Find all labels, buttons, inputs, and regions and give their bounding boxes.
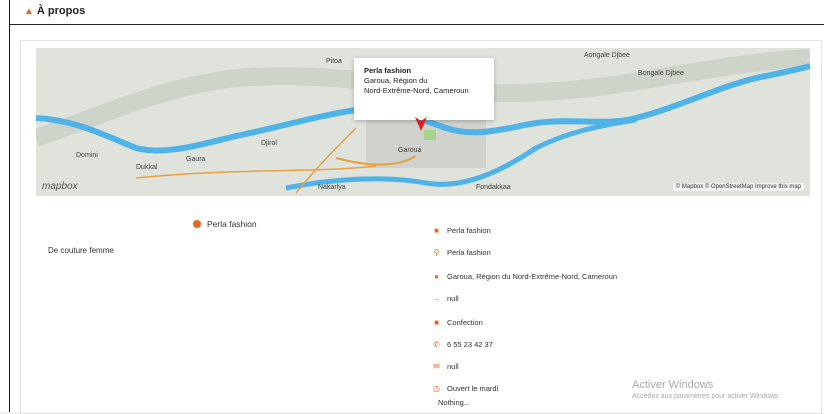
- phone-icon: ✆: [433, 340, 440, 349]
- user-icon: ▲: [24, 5, 34, 17]
- seller-name-row: Perla fashion: [193, 219, 257, 229]
- map-label: Pitoa: [326, 58, 342, 65]
- section-title: ▲ À propos: [24, 5, 85, 17]
- detail-row: ● Garoua, Région du Nord-Extrême-Nord, C…: [432, 272, 617, 281]
- mapbox-logo[interactable]: mapbox: [42, 181, 78, 192]
- section-header: ▲ À propos: [10, 0, 824, 25]
- detail-text: Nothing...: [438, 398, 471, 407]
- store-icon: ■: [434, 226, 439, 235]
- detail-text: Ouvert le mardi: [447, 384, 499, 393]
- detail-row: ✉ null: [432, 362, 459, 371]
- detail-row: ⚲ Perla fashion: [432, 248, 491, 257]
- map-label: Domini: [76, 152, 98, 159]
- category-icon: ■: [434, 318, 439, 327]
- detail-row: ◷ Ouvert le mardi: [432, 384, 498, 393]
- map-label: Gaura: [186, 156, 206, 163]
- popup-line: Garoua, Région du: [364, 76, 428, 85]
- link-icon: →: [432, 294, 441, 303]
- detail-row: → null: [432, 294, 459, 303]
- detail-text: Perla fashion: [447, 226, 491, 235]
- detail-text: null: [447, 294, 459, 303]
- detail-row: ✆ 6 55 23 42 37: [432, 340, 493, 349]
- map-marker-icon[interactable]: [414, 116, 428, 132]
- mail-icon: ✉: [433, 362, 440, 371]
- clock-icon: ◷: [433, 384, 440, 393]
- watermark-subtitle: Accédez aux paramètres pour activer Wind…: [632, 393, 781, 400]
- map-label: Dukkal: [136, 164, 158, 171]
- map-label: Nakarlya: [318, 184, 346, 191]
- detail-text: null: [447, 362, 459, 371]
- seller-name: Perla fashion: [207, 219, 257, 229]
- about-description: De couture femme: [48, 246, 114, 255]
- detail-row: Nothing...: [438, 398, 470, 407]
- popup-line: Nord-Extrême-Nord, Cameroun: [364, 86, 469, 95]
- map-attribution[interactable]: © Mapbox © OpenStreetMap Improve this ma…: [672, 183, 804, 191]
- watermark-title: Activer Windows: [632, 379, 714, 391]
- detail-text: Garoua, Région du Nord-Extrême-Nord, Cam…: [447, 272, 618, 281]
- windows-activation-watermark: Activer Windows Accédez aux paramètres p…: [632, 379, 780, 400]
- detail-text[interactable]: 6 55 23 42 37: [447, 340, 493, 349]
- detail-row: ■ Confection: [432, 318, 483, 327]
- detail-text: Perla fashion: [447, 248, 491, 257]
- search-icon: ⚲: [433, 248, 440, 257]
- detail-text: Confection: [447, 318, 483, 327]
- status-dot-icon: [193, 220, 201, 228]
- page: ▲ À propos Pitoa Aongale Djbee Bongale D…: [0, 0, 824, 414]
- map-popup: Perla fashion Garoua, Région du Nord-Ext…: [354, 58, 494, 120]
- section-title-text: À propos: [36, 5, 86, 17]
- detail-row: ■ Perla fashion: [432, 226, 491, 235]
- map-label: Bongale Djbee: [638, 70, 684, 77]
- popup-name: Perla fashion: [364, 66, 412, 75]
- left-border: [9, 0, 10, 412]
- location-pin-icon: ●: [434, 272, 439, 281]
- map-label: Aongale Djbee: [584, 52, 630, 59]
- map-label: Djirol: [261, 140, 277, 147]
- map-label: Fondakkaa: [476, 184, 511, 191]
- map-label: Garoua: [398, 147, 422, 154]
